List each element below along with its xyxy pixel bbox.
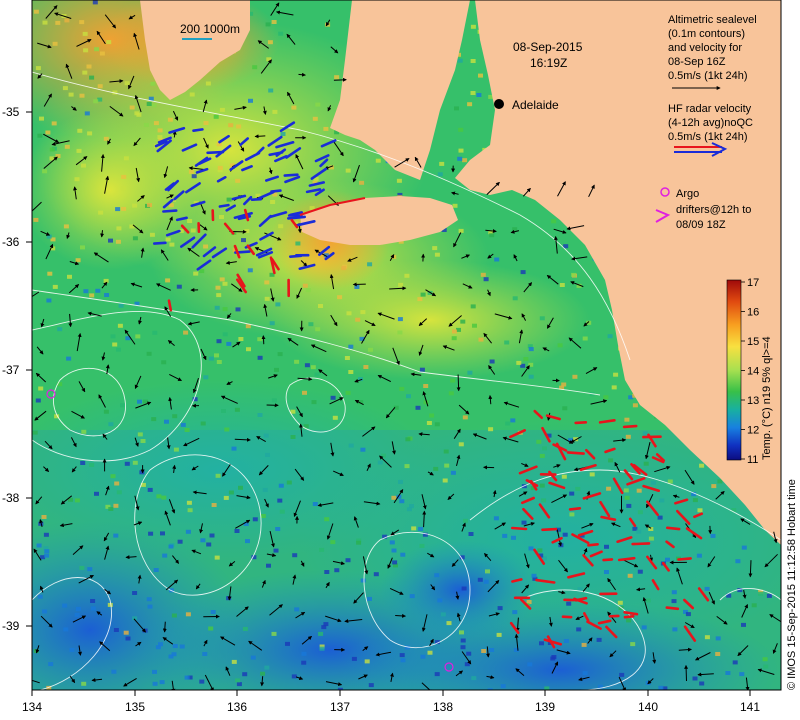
y-axis: -35 -36 -37 -38 -39: [2, 105, 32, 633]
adelaide-label: Adelaide: [512, 98, 559, 112]
svg-text:HF radar velocity: HF radar velocity: [668, 103, 752, 115]
map-time: 16:19Z: [530, 56, 567, 70]
x-axis: 134 135 136 137 138 139 140 141: [22, 690, 760, 714]
colorbar-tick-label: 17: [747, 277, 759, 289]
svg-text:0.5m/s (1kt 24h): 0.5m/s (1kt 24h): [668, 70, 747, 82]
svg-text:0.5m/s (1kt 24h): 0.5m/s (1kt 24h): [668, 131, 747, 143]
x-tick-label: 141: [740, 700, 760, 714]
colorbar-tick-label: 12: [747, 425, 759, 437]
svg-text:(0.1m contours): (0.1m contours): [668, 28, 745, 40]
svg-text:08-Sep 16Z: 08-Sep 16Z: [668, 56, 726, 68]
x-tick-label: 137: [330, 700, 350, 714]
colorbar-gradient: [726, 279, 742, 461]
svg-text:(4-12h avg)noQC: (4-12h avg)noQC: [668, 117, 753, 129]
y-tick-label: -37: [2, 363, 20, 377]
x-tick-label: 139: [535, 700, 555, 714]
colorbar-tick-label: 13: [747, 395, 759, 407]
y-tick-label: -35: [2, 105, 20, 119]
colorbar-tick-label: 16: [747, 307, 759, 319]
colorbar-tick-label: 11: [747, 454, 758, 466]
svg-text:and velocity for: and velocity for: [668, 42, 742, 54]
sst-field: Adelaide 200 1000m 08-Sep-2015 16:19Z Al…: [32, 0, 781, 690]
x-tick-label: 134: [22, 700, 42, 714]
svg-text:Argo: Argo: [676, 188, 699, 200]
x-tick-label: 136: [227, 700, 247, 714]
map-date: 08-Sep-2015: [513, 40, 583, 54]
svg-text:08/09 18Z: 08/09 18Z: [676, 219, 726, 231]
y-tick-label: -38: [2, 491, 20, 505]
adelaide-marker: [494, 99, 504, 109]
colorbar-tick-label: 15: [747, 336, 759, 348]
svg-text:drifters@12h to: drifters@12h to: [676, 204, 751, 216]
svg-text:Altimetric sealevel: Altimetric sealevel: [668, 14, 757, 26]
x-tick-label: 140: [638, 700, 658, 714]
scale-label: 200 1000m: [180, 22, 240, 36]
x-tick-label: 138: [433, 700, 453, 714]
footer-credit: © IMOS 15-Sep-2015 11:12:58 Hobart time: [786, 479, 798, 690]
colorbar-label: Temp. (°C) n19 5% ql>=4: [761, 336, 773, 460]
y-tick-label: -39: [2, 619, 20, 633]
map-canvas: Adelaide 200 1000m 08-Sep-2015 16:19Z Al…: [2, 0, 798, 714]
colorbar-tick-label: 14: [747, 366, 759, 378]
x-tick-label: 135: [125, 700, 145, 714]
y-tick-label: -36: [2, 235, 20, 249]
